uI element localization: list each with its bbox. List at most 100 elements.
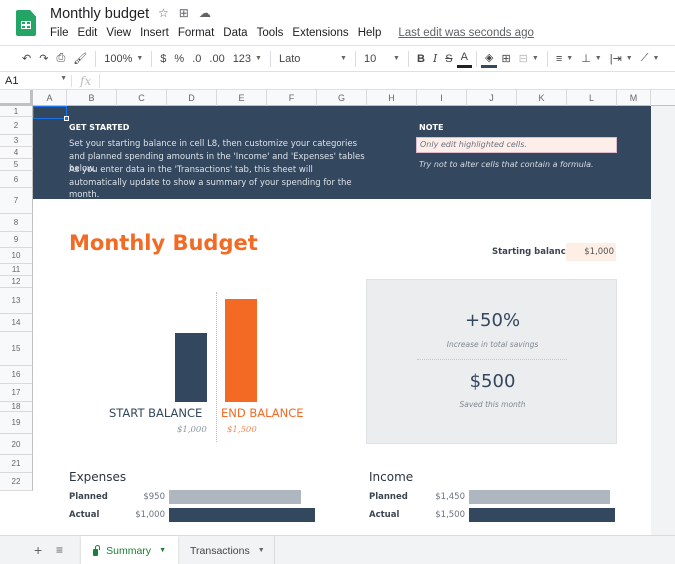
row-header-19[interactable]: 19 <box>0 412 33 434</box>
italic-button[interactable]: I <box>429 49 441 69</box>
increase-decimal-button[interactable]: .00 <box>205 49 228 69</box>
chevron-down-icon[interactable]: ▼ <box>159 547 166 554</box>
note-highlight-cell[interactable]: Only edit highlighted cells. <box>416 137 617 153</box>
menu-help[interactable]: Help <box>358 27 382 39</box>
name-box[interactable]: A1 ▼ <box>0 74 72 87</box>
expenses-actual-bar <box>169 508 315 522</box>
column-header-e[interactable]: E <box>217 90 267 106</box>
tab-transactions[interactable]: Transactions ▼ <box>178 536 275 564</box>
column-header-b[interactable]: B <box>67 90 117 106</box>
menu-data[interactable]: Data <box>223 27 247 39</box>
select-all-corner[interactable] <box>0 90 33 106</box>
column-header-i[interactable]: I <box>417 90 467 106</box>
last-edit-link[interactable]: Last edit was seconds ago <box>398 27 534 39</box>
strikethrough-button[interactable]: S <box>441 49 456 69</box>
row-header-9[interactable]: 9 <box>0 232 33 248</box>
menu-bar: File Edit View Insert Format Data Tools … <box>50 27 543 39</box>
sheets-logo-icon[interactable] <box>16 10 36 36</box>
row-header-20[interactable]: 20 <box>0 434 33 455</box>
merge-cells-icon[interactable]: ⊟ ▼ <box>515 49 543 69</box>
redo-icon[interactable]: ↷ <box>35 49 52 69</box>
cell-reference: A1 <box>5 74 19 87</box>
income-planned-label: Planned <box>369 492 408 502</box>
row-header-1[interactable]: 1 <box>0 106 33 117</box>
row-header-15[interactable]: 15 <box>0 332 33 366</box>
fill-handle[interactable] <box>64 116 69 121</box>
row-header-10[interactable]: 10 <box>0 248 33 264</box>
paint-format-icon[interactable]: 🖌︎ <box>69 49 91 69</box>
menu-extensions[interactable]: Extensions <box>292 27 348 39</box>
column-header-h[interactable]: H <box>367 90 417 106</box>
decrease-decimal-button[interactable]: .0 <box>188 49 205 69</box>
text-rotation-icon[interactable]: ⟋ ▼ <box>637 49 664 69</box>
currency-format-button[interactable]: $ <box>156 49 170 69</box>
menu-file[interactable]: File <box>50 27 69 39</box>
print-icon[interactable]: ⎙ <box>52 49 69 69</box>
document-title[interactable]: Monthly budget <box>50 6 149 22</box>
more-formats-button[interactable]: 123 ▼ <box>229 49 266 69</box>
row-header-3[interactable]: 3 <box>0 135 33 147</box>
menu-view[interactable]: View <box>106 27 131 39</box>
borders-icon[interactable]: ⊞ <box>497 49 514 69</box>
all-sheets-button[interactable]: ≡ <box>56 543 63 557</box>
tab-summary[interactable]: Summary ▼ <box>81 536 178 564</box>
row-header-22[interactable]: 22 <box>0 473 33 491</box>
end-balance-bar <box>225 299 257 402</box>
chevron-down-icon: ▼ <box>652 55 660 62</box>
cloud-status-icon[interactable]: ☁ <box>199 6 211 20</box>
expenses-planned-label: Planned <box>69 492 108 502</box>
horizontal-align-icon[interactable]: ≡ ▼ <box>552 49 577 69</box>
saved-amount-caption: Saved this month <box>459 400 526 409</box>
star-icon[interactable]: ☆ <box>158 6 169 20</box>
row-header-4[interactable]: 4 <box>0 147 33 159</box>
income-actual-label: Actual <box>369 510 400 520</box>
vertical-align-icon[interactable]: ⊥ ▼ <box>577 49 606 69</box>
move-folder-icon[interactable]: ⊞ <box>179 6 189 20</box>
column-header-k[interactable]: K <box>517 90 567 106</box>
column-header-j[interactable]: J <box>467 90 517 106</box>
font-size-select[interactable]: 10 ▼ <box>360 49 404 69</box>
row-header-16[interactable]: 16 <box>0 366 33 384</box>
text-color-button[interactable]: A <box>456 50 472 68</box>
expenses-actual-value: $1,000 <box>135 510 165 520</box>
start-balance-label: START BALANCE <box>109 406 203 420</box>
chevron-down-icon[interactable]: ▼ <box>258 547 265 554</box>
column-header-c[interactable]: C <box>117 90 167 106</box>
row-header-2[interactable]: 2 <box>0 117 33 135</box>
row-header-13[interactable]: 13 <box>0 288 33 314</box>
column-header-g[interactable]: G <box>317 90 367 106</box>
row-header-6[interactable]: 6 <box>0 171 33 188</box>
menu-tools[interactable]: Tools <box>257 27 284 39</box>
selected-cell-a1[interactable] <box>33 106 67 119</box>
row-header-12[interactable]: 12 <box>0 276 33 288</box>
zoom-select[interactable]: 100% ▼ <box>100 49 147 69</box>
column-header-m[interactable]: M <box>617 90 651 106</box>
bold-button[interactable]: B <box>413 49 429 69</box>
column-header-l[interactable]: L <box>567 90 617 106</box>
tab-transactions-label: Transactions <box>190 544 250 557</box>
row-header-17[interactable]: 17 <box>0 384 33 402</box>
row-header-14[interactable]: 14 <box>0 314 33 332</box>
percent-format-button[interactable]: % <box>170 49 188 69</box>
font-select[interactable]: Lato ▼ <box>275 49 351 69</box>
row-header-7[interactable]: 7 <box>0 188 33 214</box>
menu-edit[interactable]: Edit <box>78 27 98 39</box>
menu-insert[interactable]: Insert <box>140 27 169 39</box>
expenses-planned-bar <box>169 490 301 504</box>
fill-color-icon[interactable]: ◈ <box>480 50 498 68</box>
row-header-8[interactable]: 8 <box>0 214 33 232</box>
row-header-5[interactable]: 5 <box>0 159 33 171</box>
menu-format[interactable]: Format <box>178 27 214 39</box>
row-header-21[interactable]: 21 <box>0 455 33 473</box>
column-header-d[interactable]: D <box>167 90 217 106</box>
undo-icon[interactable]: ↶ <box>18 49 35 69</box>
add-sheet-button[interactable]: + <box>34 542 42 558</box>
spreadsheet-grid[interactable]: ABCDEFGHIJKLM 1 2 3 4 5 6 7 8 9 10 11 12 13 14 15 16 17 1… <box>0 90 675 535</box>
column-header-a[interactable]: A <box>33 90 67 106</box>
column-header-f[interactable]: F <box>267 90 317 106</box>
text-wrap-icon[interactable]: |⇥ ▼ <box>606 49 637 69</box>
starting-balance-cell[interactable]: $1,000 <box>566 243 616 261</box>
row-header-11[interactable]: 11 <box>0 264 33 276</box>
balance-chart: START BALANCE END BALANCE $1,000 $1,500 <box>93 284 333 444</box>
row-header-18[interactable]: 18 <box>0 402 33 412</box>
